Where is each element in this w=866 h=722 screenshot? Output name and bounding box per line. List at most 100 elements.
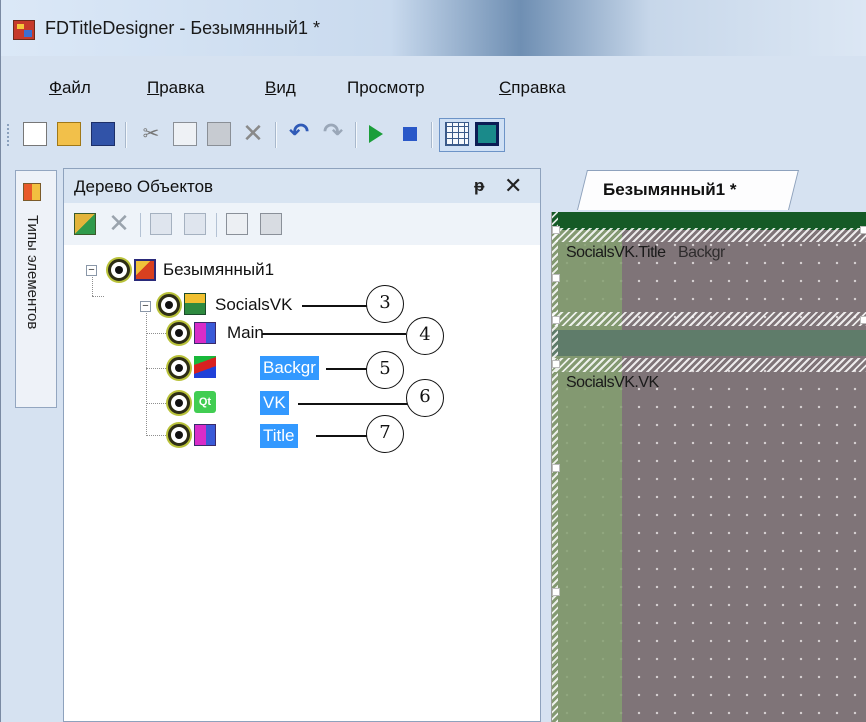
visibility-eye-icon[interactable] — [168, 392, 190, 414]
tree-connector — [146, 435, 166, 436]
tree-expander[interactable]: − — [140, 301, 151, 312]
menu-view-label: ид — [276, 78, 296, 97]
callout-5: 5 — [366, 351, 404, 389]
tree-node-label[interactable]: VK — [260, 391, 289, 415]
title-bar[interactable]: FDTitleDesigner - Безымянный1 * — [1, 0, 866, 56]
menu-edit-mnemonic: П — [147, 78, 160, 97]
menu-preview[interactable]: Просмотр — [347, 78, 425, 98]
callout-line — [316, 435, 368, 437]
callout-line — [298, 403, 408, 405]
save-icon[interactable] — [91, 122, 115, 146]
hatched-border — [552, 358, 866, 372]
stop-icon[interactable] — [403, 127, 417, 141]
visibility-eye-icon[interactable] — [168, 424, 190, 446]
grid-icon[interactable] — [445, 122, 469, 146]
window-title: FDTitleDesigner - Безымянный1 * — [45, 18, 320, 38]
play-icon[interactable] — [369, 125, 383, 143]
visibility-eye-icon[interactable] — [168, 322, 190, 344]
callout-line — [302, 305, 368, 307]
visibility-eye-icon[interactable] — [158, 294, 180, 316]
tree-node-label[interactable]: SocialsVK — [212, 293, 295, 317]
new-file-icon[interactable] — [23, 122, 47, 146]
toolbar-separator — [140, 213, 141, 237]
copy-icon[interactable] — [173, 122, 197, 146]
resize-handle[interactable] — [552, 316, 560, 324]
tree-connector — [146, 403, 166, 404]
tree-node-label[interactable]: Main — [224, 321, 267, 345]
selection-overlay — [552, 212, 622, 722]
paste-icon[interactable] — [207, 122, 231, 146]
menu-edit[interactable]: Правка — [147, 78, 204, 98]
menu-view[interactable]: Вид — [265, 78, 296, 98]
visibility-eye-icon[interactable] — [108, 259, 130, 281]
tree-connector — [146, 333, 166, 334]
callout-line — [326, 368, 368, 370]
menu-file-label: айл — [61, 78, 91, 97]
design-canvas[interactable]: SocialsVK.Title Backgr SocialsVK.VK — [551, 212, 866, 722]
tree-connector — [146, 307, 147, 434]
tree-connector — [146, 368, 166, 369]
resize-handle[interactable] — [552, 226, 560, 234]
resize-handle[interactable] — [860, 226, 866, 234]
element-types-label: Типы элементов — [24, 215, 41, 330]
tree-expander[interactable]: − — [86, 265, 97, 276]
tree-connector — [92, 296, 104, 297]
vk-object-band — [552, 330, 866, 356]
toolbar-separator — [125, 122, 127, 148]
qt-object-icon: Qt — [194, 391, 216, 413]
resize-handle[interactable] — [552, 588, 560, 596]
toolbar-separator — [431, 122, 433, 148]
group-icon — [184, 293, 206, 315]
object-tree-toolbar: ✕ — [64, 203, 540, 245]
app-icon — [13, 20, 35, 40]
tree-node-label[interactable]: Безымянный1 — [160, 258, 277, 282]
menu-edit-label: равка — [159, 78, 205, 97]
delete-icon[interactable]: ✕ — [241, 120, 265, 146]
menu-preview-first: П — [347, 78, 360, 97]
menu-file-mnemonic: Ф — [49, 78, 62, 97]
frame-icon[interactable] — [475, 122, 499, 146]
resize-handle[interactable] — [552, 464, 560, 472]
toolbar-separator — [355, 122, 357, 148]
tree-node-label[interactable]: Backgr — [260, 356, 319, 380]
visibility-eye-icon[interactable] — [168, 357, 190, 379]
document-tab-label[interactable]: Безымянный1 * — [603, 180, 736, 200]
cut-icon[interactable]: ✂ — [139, 122, 163, 146]
close-icon[interactable]: ✕ — [504, 173, 522, 199]
tree-node-label[interactable]: Title — [260, 424, 298, 448]
callout-6: 6 — [406, 379, 444, 417]
move-up-icon[interactable] — [150, 213, 172, 235]
element-types-tab[interactable]: Типы элементов — [15, 170, 57, 408]
menu-help[interactable]: Справка — [499, 78, 566, 98]
resize-handle[interactable] — [552, 274, 560, 282]
menu-help-label: правка — [511, 78, 566, 97]
menu-preview-label: росмотр — [359, 78, 425, 97]
open-folder-icon[interactable] — [57, 122, 81, 146]
callout-line — [262, 333, 406, 335]
resize-handle[interactable] — [860, 316, 866, 324]
object-tree-panel: Дерево Объектов ᵽ ✕ ✕ − Безымянный1 − So… — [63, 168, 541, 722]
import-icon[interactable] — [226, 213, 248, 235]
project-icon — [134, 259, 156, 281]
document-area: Безымянный1 * SocialsVK.Title Backgr Soc… — [547, 168, 866, 722]
callout-3: 3 — [366, 285, 404, 323]
resize-handle[interactable] — [552, 360, 560, 368]
callout-7: 7 — [366, 415, 404, 453]
export-icon[interactable] — [260, 213, 282, 235]
callout-4: 4 — [406, 317, 444, 355]
menu-help-mnemonic: С — [499, 78, 512, 97]
object-tree-header: Дерево Объектов ᵽ ✕ — [64, 169, 540, 203]
pin-icon[interactable]: ᵽ — [474, 176, 484, 196]
redo-icon[interactable]: ↷ — [321, 121, 345, 146]
title-object-icon — [194, 424, 216, 446]
add-object-icon[interactable] — [74, 213, 96, 235]
move-down-icon[interactable] — [184, 213, 206, 235]
delete-object-icon[interactable]: ✕ — [108, 210, 130, 236]
menu-view-mnemonic: В — [265, 78, 277, 97]
app-window: FDTitleDesigner - Безымянный1 * Файл Пра… — [0, 0, 866, 722]
object-tree-title: Дерево Объектов — [74, 177, 214, 196]
canvas-object-label: Backgr — [678, 244, 725, 261]
menu-file[interactable]: Файл — [49, 78, 91, 98]
undo-icon[interactable]: ↶ — [287, 121, 311, 146]
toolbar-grip[interactable] — [7, 124, 9, 146]
